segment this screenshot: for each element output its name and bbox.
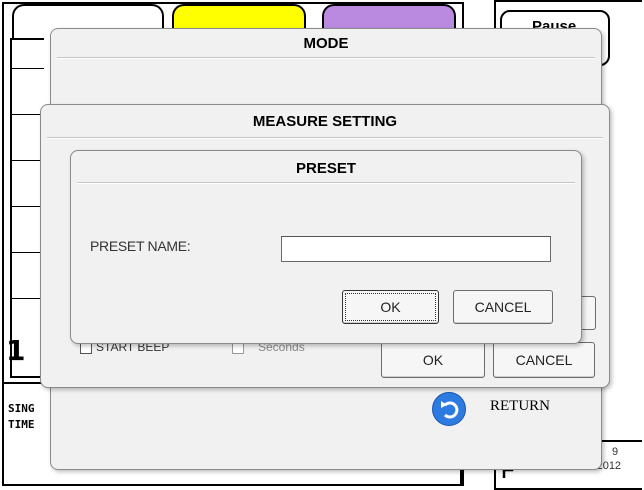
clock-time: 9	[612, 446, 619, 458]
preset-name-input[interactable]	[281, 236, 551, 262]
preset-dialog-title: PRESET	[295, 160, 356, 177]
measure-setting-separator	[47, 137, 603, 139]
measure-setting-title: MEASURE SETTING	[252, 113, 398, 130]
measure-ok-button[interactable]: OK	[381, 342, 485, 378]
measure-cancel-button[interactable]: CANCEL	[493, 342, 595, 378]
mode-dialog-title: MODE	[303, 35, 349, 52]
preset-cancel-button[interactable]: CANCEL	[453, 290, 553, 324]
return-icon[interactable]	[432, 392, 466, 426]
left-panel-divider	[12, 68, 44, 69]
preset-dialog-separator	[77, 182, 575, 184]
left-panel	[10, 38, 44, 378]
preset-name-label: PRESET NAME:	[90, 238, 191, 254]
background-digit: 1	[6, 334, 26, 367]
preset-ok-button[interactable]: OK	[342, 290, 439, 324]
mode-dialog-separator	[57, 57, 595, 59]
time-label: TIME	[8, 418, 35, 431]
single-label: SING	[8, 402, 35, 415]
return-button-label[interactable]: RETURN	[490, 398, 550, 415]
